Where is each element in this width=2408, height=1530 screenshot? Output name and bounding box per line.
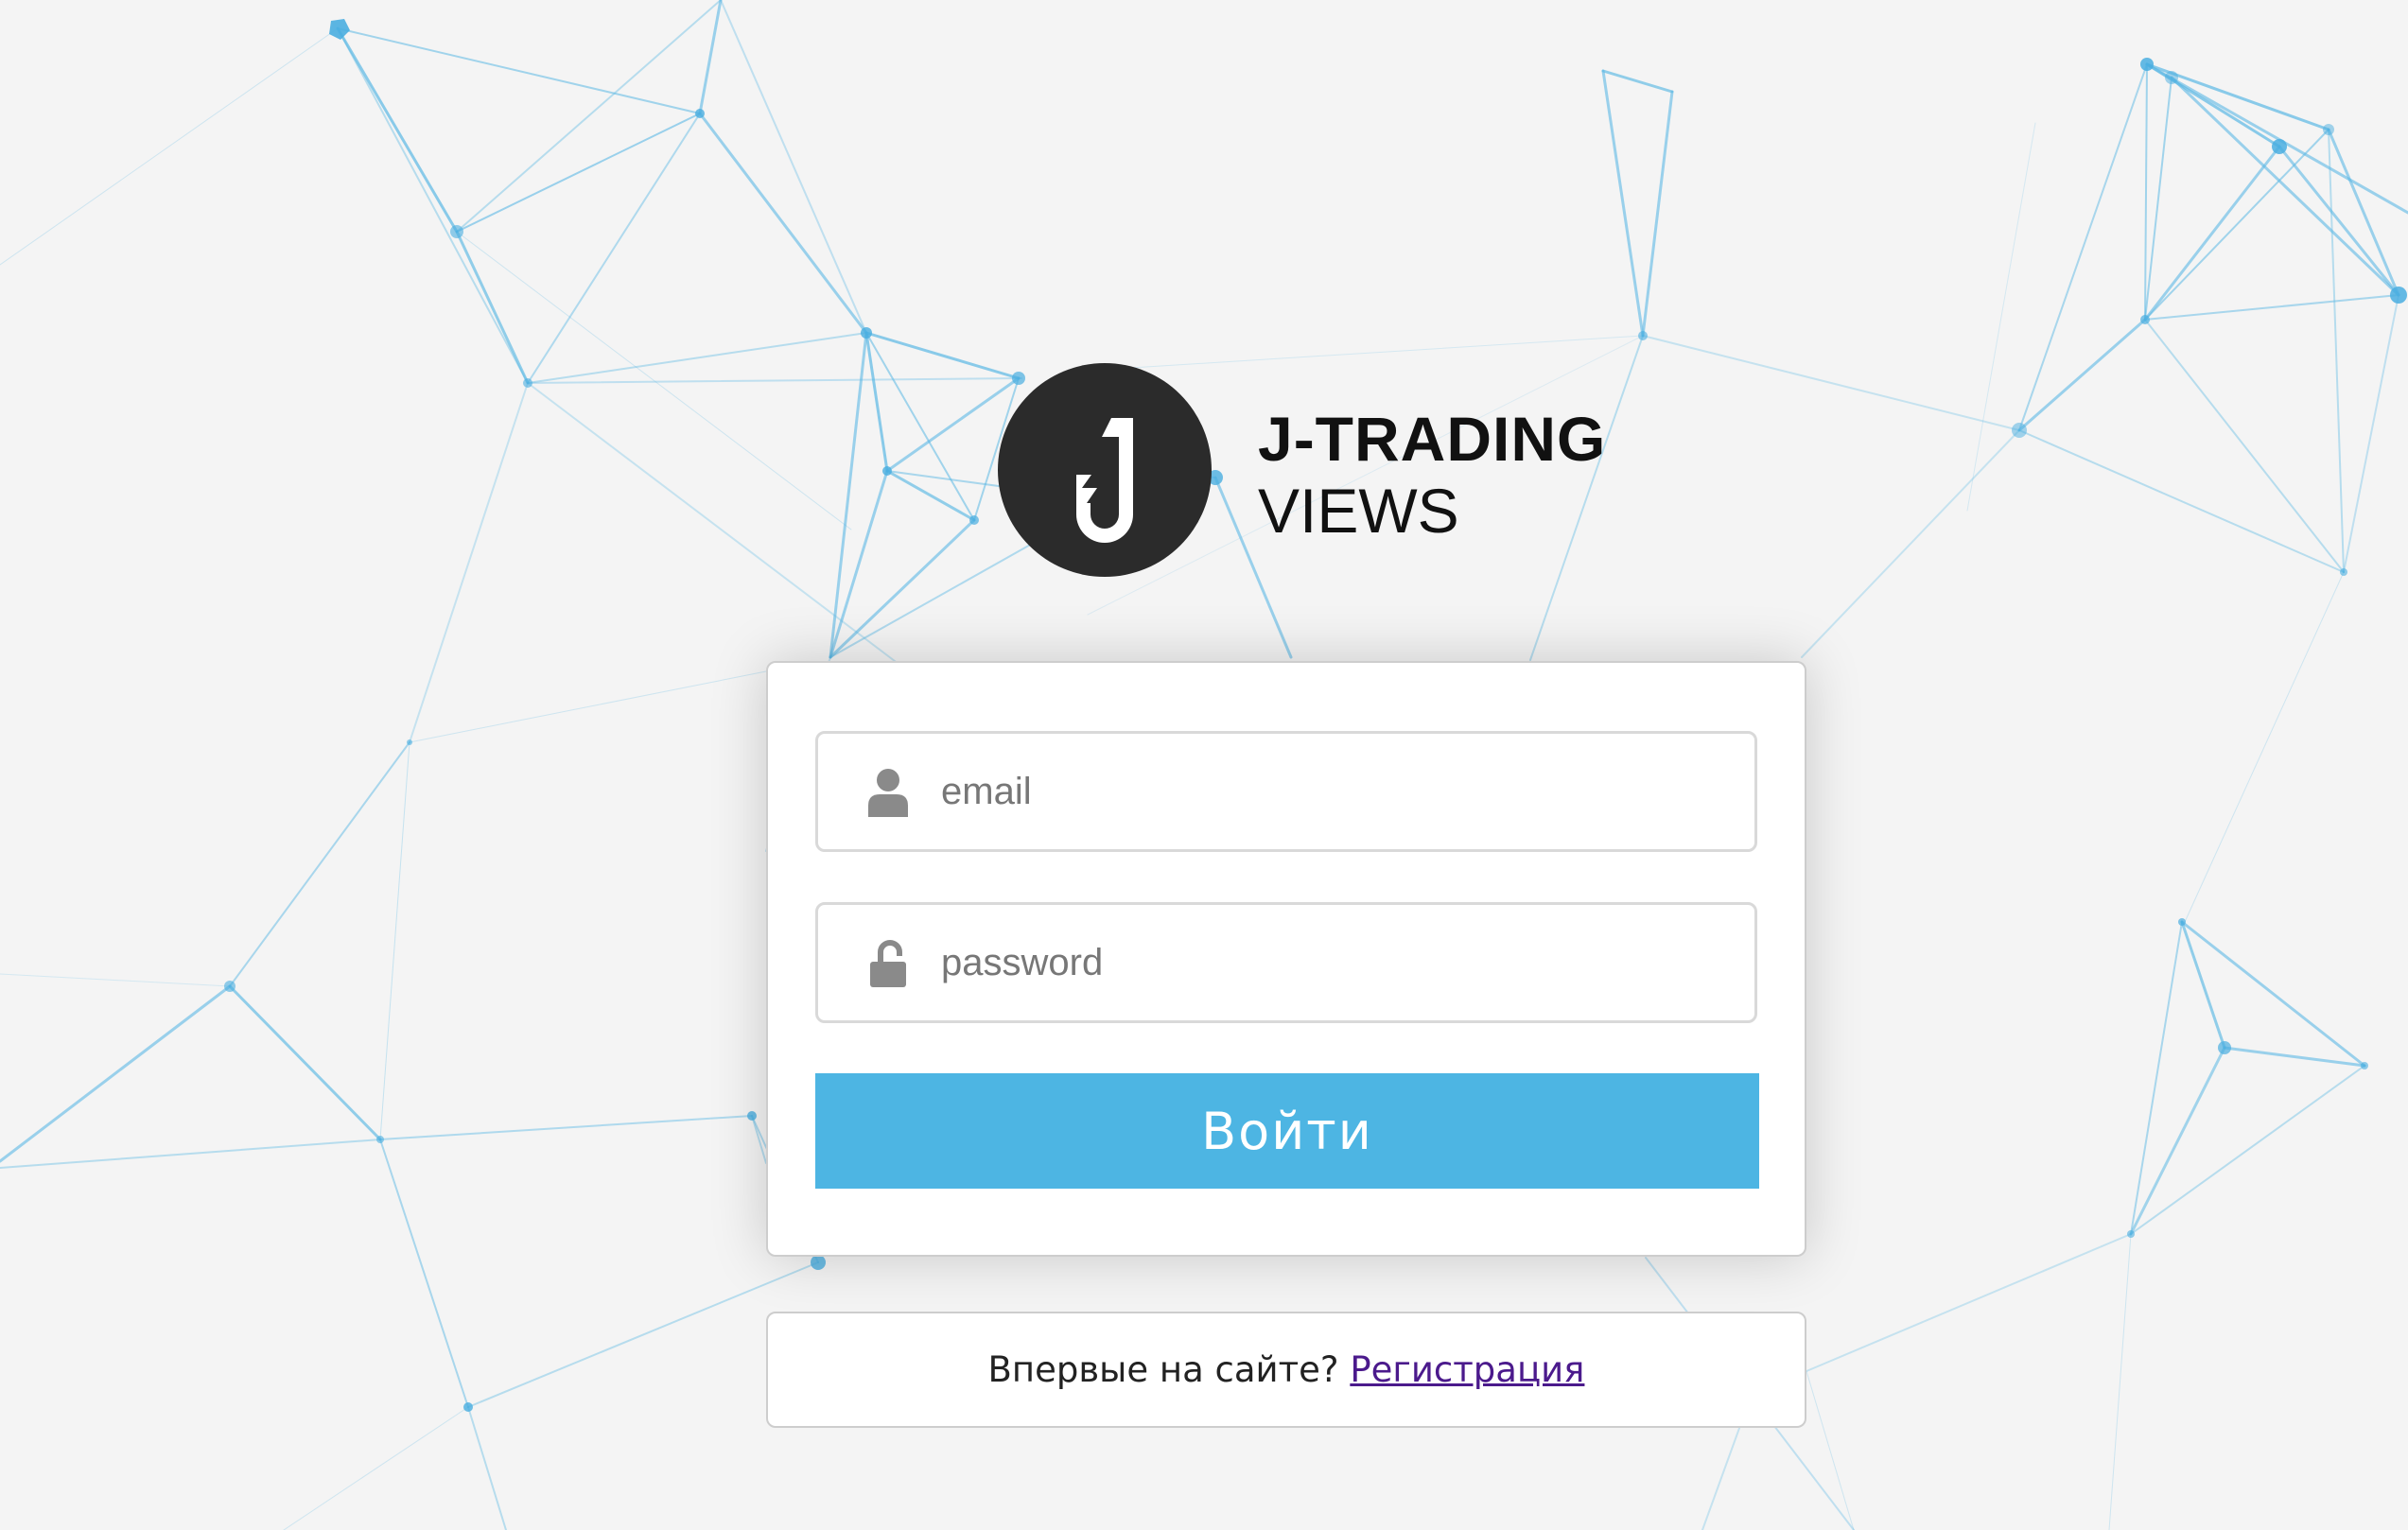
brand-logo: J-TRADING VIEWS [998, 363, 1607, 577]
register-prompt-card: Впервые на сайте? Регистрация [766, 1312, 1806, 1428]
register-prompt-text: Впервые на сайте? [987, 1349, 1339, 1390]
register-link[interactable]: Регистрация [1350, 1349, 1584, 1390]
unlock-icon [870, 940, 906, 987]
brand-name-primary: J-TRADING [1258, 404, 1607, 474]
user-icon [868, 769, 908, 817]
password-input[interactable] [941, 924, 1717, 1001]
email-field[interactable] [815, 731, 1757, 852]
brand-name-secondary: VIEWS [1258, 476, 1459, 546]
email-input[interactable] [941, 753, 1717, 830]
login-button[interactable]: Войти [815, 1073, 1759, 1189]
login-page: J-TRADING VIEWS Войти Впервые на сайте? … [0, 0, 2408, 1530]
password-field[interactable] [815, 902, 1757, 1023]
login-form-card: Войти [766, 661, 1806, 1257]
j-lightning-logo-icon [998, 363, 1212, 577]
